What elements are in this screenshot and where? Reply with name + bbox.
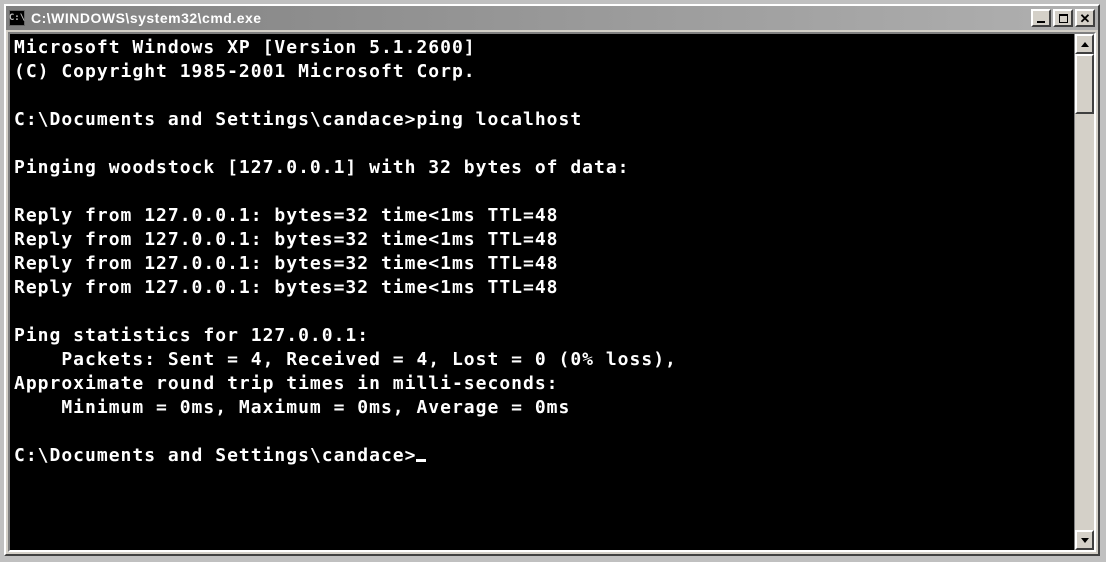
maximize-button[interactable] bbox=[1053, 9, 1073, 27]
close-button[interactable]: ✕ bbox=[1075, 9, 1095, 27]
cmd-icon-text: C:\ bbox=[9, 13, 25, 23]
minimize-icon bbox=[1037, 21, 1045, 23]
window-title: C:\WINDOWS\system32\cmd.exe bbox=[29, 10, 1031, 26]
window-controls: ✕ bbox=[1031, 9, 1095, 27]
scroll-thumb[interactable] bbox=[1075, 54, 1094, 114]
cursor bbox=[416, 459, 426, 462]
minimize-button[interactable] bbox=[1031, 9, 1051, 27]
command-prompt-window: C:\ C:\WINDOWS\system32\cmd.exe ✕ Micros… bbox=[4, 4, 1100, 556]
vertical-scrollbar[interactable] bbox=[1074, 34, 1094, 550]
scroll-track[interactable] bbox=[1075, 54, 1094, 530]
cmd-icon: C:\ bbox=[9, 10, 25, 26]
arrow-down-icon bbox=[1081, 538, 1089, 543]
arrow-up-icon bbox=[1081, 42, 1089, 47]
close-icon: ✕ bbox=[1080, 12, 1091, 25]
console-output[interactable]: Microsoft Windows XP [Version 5.1.2600] … bbox=[10, 34, 1074, 550]
console-container: Microsoft Windows XP [Version 5.1.2600] … bbox=[8, 32, 1096, 552]
scroll-up-button[interactable] bbox=[1075, 34, 1094, 54]
titlebar[interactable]: C:\ C:\WINDOWS\system32\cmd.exe ✕ bbox=[6, 6, 1098, 30]
scroll-down-button[interactable] bbox=[1075, 530, 1094, 550]
maximize-icon bbox=[1059, 14, 1068, 23]
